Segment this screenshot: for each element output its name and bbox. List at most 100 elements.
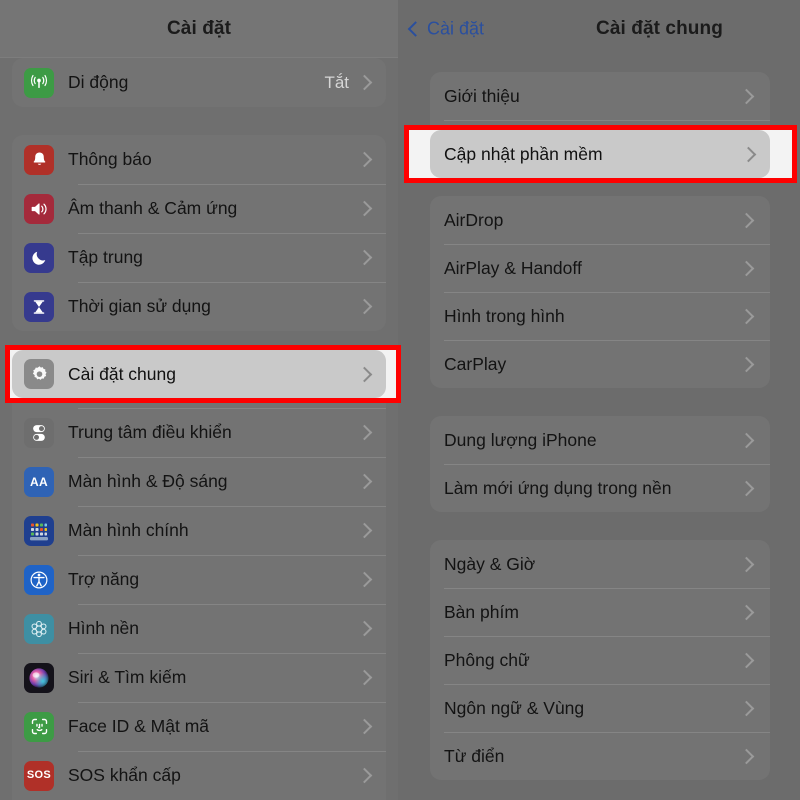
highlighted-row-label: Cài đặt chung [68, 363, 176, 384]
back-button[interactable]: Cài đặt [407, 19, 484, 40]
settings-item-date-time[interactable]: Ngày & Giờ [430, 540, 770, 588]
faceid-icon [24, 711, 54, 742]
left-navbar: Cài đặt [0, 0, 398, 58]
sidebar-item-label: Di động [68, 72, 129, 92]
sidebar-item-label: Âm thanh & Cảm ứng [68, 198, 238, 218]
settings-item-about[interactable]: Giới thiệu [430, 72, 770, 120]
control-center-icon [24, 417, 54, 448]
wallpaper-icon [24, 613, 54, 644]
settings-item-dictionary[interactable]: Từ điển [430, 732, 770, 780]
sidebar-item-label: Thời gian sử dụng [68, 296, 211, 316]
speaker-icon [24, 193, 54, 224]
chevron-right-icon [738, 748, 755, 764]
chevron-right-icon [738, 604, 755, 620]
highlighted-row-software-update[interactable]: Cập nhật phần mềm [430, 130, 770, 178]
sidebar-item-label: Hình nền [68, 618, 140, 638]
sidebar-item-home-screen[interactable]: Màn hình chính [12, 506, 386, 555]
sidebar-item-wallpaper[interactable]: Hình nền [12, 604, 386, 653]
right-page-title: Cài đặt chung [596, 18, 723, 39]
sidebar-item-label: Tập trung [68, 247, 143, 267]
chevron-right-icon [356, 249, 373, 266]
chevron-right-icon [356, 718, 373, 735]
left-group-connectivity: Di động Tắt [12, 58, 386, 107]
hourglass-icon [24, 291, 54, 322]
chevron-right-icon [738, 88, 755, 104]
settings-item-iphone-storage[interactable]: Dung lượng iPhone [430, 416, 770, 464]
display-aa-icon: AA [24, 466, 54, 497]
chevron-right-icon [738, 700, 755, 716]
chevron-right-icon [738, 356, 755, 372]
chevron-right-icon [356, 74, 373, 91]
chevron-right-icon [740, 146, 757, 162]
siri-icon [24, 662, 54, 693]
settings-item-label: AirPlay & Handoff [444, 257, 582, 278]
settings-item-carplay[interactable]: CarPlay [430, 340, 770, 388]
chevron-right-icon [356, 424, 373, 441]
sidebar-item-control-center[interactable]: Trung tâm điều khiển [12, 408, 386, 457]
sidebar-item-emergency-sos[interactable]: SOS SOS khẩn cấp [12, 751, 386, 800]
chevron-right-icon [356, 473, 373, 490]
chevron-right-icon [738, 556, 755, 572]
settings-item-background-app-refresh[interactable]: Làm mới ứng dụng trong nền [430, 464, 770, 512]
sidebar-item-focus[interactable]: Tập trung [12, 233, 386, 282]
chevron-right-icon [356, 571, 373, 588]
sidebar-item-cellular[interactable]: Di động Tắt [12, 58, 386, 107]
settings-item-airplay-handoff[interactable]: AirPlay & Handoff [430, 244, 770, 292]
sidebar-item-value: Tắt [324, 72, 349, 92]
sidebar-item-sounds-haptics[interactable]: Âm thanh & Cảm ứng [12, 184, 386, 233]
sidebar-item-label: Trung tâm điều khiển [68, 422, 232, 442]
chevron-right-icon [738, 260, 755, 276]
settings-item-keyboard[interactable]: Bàn phím [430, 588, 770, 636]
settings-item-label: Ngôn ngữ & Vùng [444, 697, 585, 718]
chevron-right-icon [356, 298, 373, 315]
left-page-title: Cài đặt [166, 17, 232, 39]
right-group-locale: Ngày & Giờ Bàn phím Phông chữ Ngôn ngữ &… [430, 540, 770, 780]
left-scroll-area[interactable]: Di động Tắt Thông báo Âm thanh & Cảm ứng… [0, 58, 398, 800]
sos-icon: SOS [24, 760, 54, 791]
cellular-icon [24, 67, 54, 98]
settings-item-airdrop[interactable]: AirDrop [430, 196, 770, 244]
general-settings-panel: Cài đặt Cài đặt chung Giới thiệu Cập nhậ… [398, 0, 800, 800]
accessibility-icon [24, 564, 54, 595]
sidebar-item-label: Màn hình & Độ sáng [68, 471, 228, 491]
chevron-right-icon [356, 151, 373, 168]
chevron-right-icon [356, 767, 373, 784]
settings-item-language-region[interactable]: Ngôn ngữ & Vùng [430, 684, 770, 732]
settings-item-label: AirDrop [444, 209, 504, 230]
settings-item-label: Phông chữ [444, 649, 530, 670]
sidebar-item-display-brightness[interactable]: AA Màn hình & Độ sáng [12, 457, 386, 506]
sidebar-item-label: Màn hình chính [68, 520, 189, 540]
sidebar-item-accessibility[interactable]: Trợ năng [12, 555, 386, 604]
chevron-left-icon [407, 21, 424, 37]
highlighted-row-label: Cập nhật phần mềm [444, 143, 603, 164]
highlighted-row-general[interactable]: Cài đặt chung [12, 350, 386, 398]
sidebar-item-label: Trợ năng [68, 569, 140, 589]
right-group-storage: Dung lượng iPhone Làm mới ứng dụng trong… [430, 416, 770, 512]
chevron-right-icon [738, 652, 755, 668]
right-group-sharing: AirDrop AirPlay & Handoff Hình trong hìn… [430, 196, 770, 388]
screenshot-root: Cài đặt Di động Tắt Thông báo Âm thanh &… [0, 0, 800, 800]
bell-icon [24, 144, 54, 175]
sidebar-item-screen-time[interactable]: Thời gian sử dụng [12, 282, 386, 331]
settings-item-fonts[interactable]: Phông chữ [430, 636, 770, 684]
sidebar-item-label: Face ID & Mật mã [68, 716, 210, 736]
sidebar-item-notifications[interactable]: Thông báo [12, 135, 386, 184]
left-group-general: Cài đặt chung Trung tâm điều khiển [12, 359, 386, 800]
chevron-right-icon [356, 366, 373, 382]
sidebar-item-siri-search[interactable]: Siri & Tìm kiếm [12, 653, 386, 702]
settings-item-label: Từ điển [444, 745, 505, 766]
settings-item-picture-in-picture[interactable]: Hình trong hình [430, 292, 770, 340]
settings-item-label: CarPlay [444, 353, 507, 374]
home-screen-icon [24, 515, 54, 546]
settings-root-panel: Cài đặt Di động Tắt Thông báo Âm thanh &… [0, 0, 398, 800]
chevron-right-icon [738, 432, 755, 448]
settings-item-label: Làm mới ứng dụng trong nền [444, 477, 672, 498]
sidebar-item-face-id-passcode[interactable]: Face ID & Mật mã [12, 702, 386, 751]
sos-glyph: SOS [26, 769, 52, 781]
settings-item-label: Dung lượng iPhone [444, 429, 597, 450]
sidebar-item-label: Siri & Tìm kiếm [68, 667, 187, 687]
chevron-right-icon [356, 200, 373, 217]
